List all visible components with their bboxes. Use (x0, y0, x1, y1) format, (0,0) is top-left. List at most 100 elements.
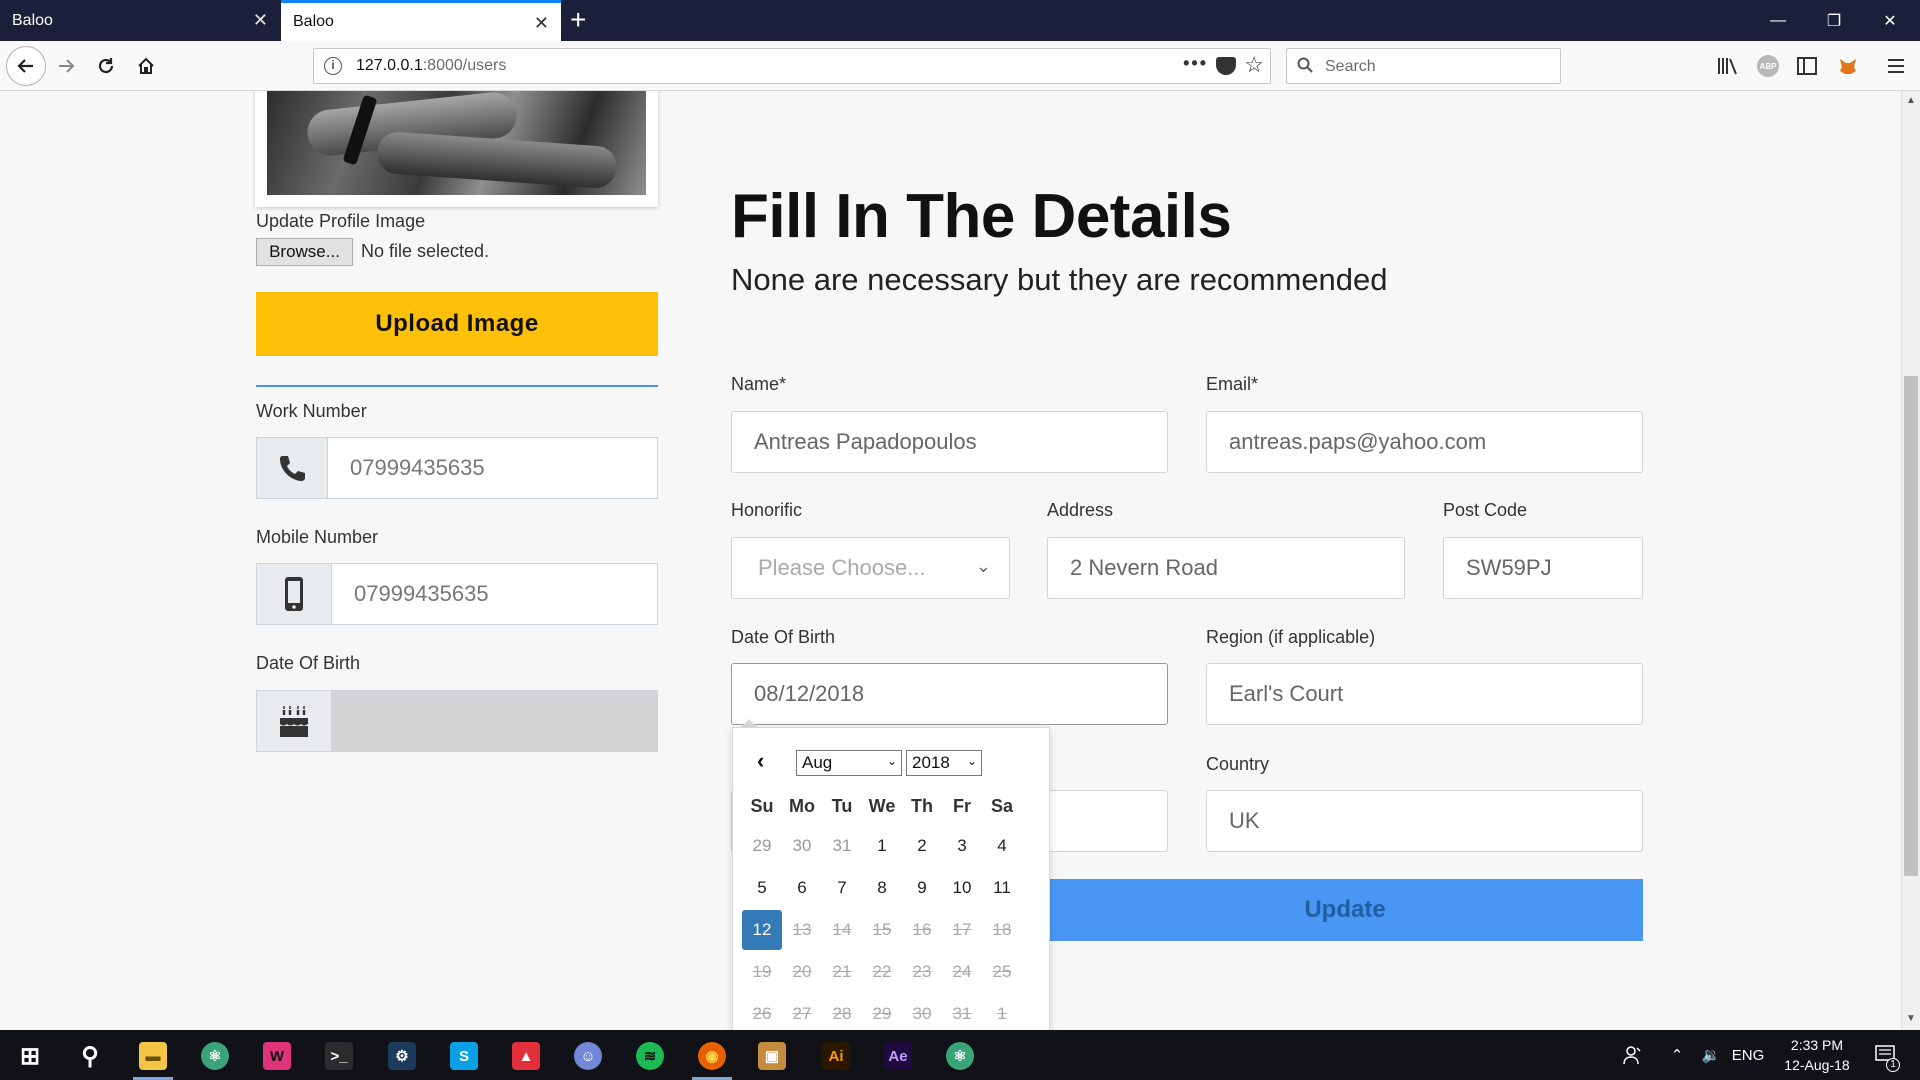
datepicker: ‹ Aug ⌄ 2018 ⌄ Su Mo Tu We Th Fr Sa 29 30 31 1 2 3 4 5 6 7… (732, 727, 1050, 1030)
upload-image-button[interactable]: Upload Image (256, 292, 658, 356)
page-actions-icon[interactable]: ••• (1183, 53, 1208, 74)
year-select-value: 2018 (912, 753, 950, 772)
sidebar-dob-input[interactable] (332, 690, 658, 752)
close-tab-icon[interactable]: ✕ (534, 13, 549, 34)
taskbar-discord-button[interactable]: ☺ (564, 1035, 612, 1077)
calendar-day[interactable]: 3 (942, 826, 982, 866)
metamask-fox-icon[interactable] (1835, 53, 1861, 79)
postcode-input[interactable]: SW59PJ (1443, 537, 1643, 599)
people-icon[interactable] (1615, 1030, 1651, 1080)
home-button[interactable] (128, 48, 164, 84)
address-bar[interactable]: i 127.0.0.1:8000/users ••• ☆ (313, 48, 1271, 84)
search-bar[interactable]: Search (1286, 48, 1561, 84)
name-label: Name* (731, 374, 787, 394)
browse-file-button[interactable]: Browse... (256, 238, 353, 266)
site-info-icon[interactable]: i (324, 57, 342, 75)
email-input[interactable]: antreas.paps@yahoo.com (1206, 411, 1643, 473)
new-tab-button[interactable]: + (570, 5, 586, 35)
calendar-day: 22 (872, 962, 892, 981)
calendar-day[interactable]: 30 (782, 826, 822, 866)
taskbar-package-button[interactable]: ▣ (748, 1035, 796, 1077)
year-select[interactable]: 2018 ⌄ (906, 750, 982, 776)
profile-image-frame (255, 91, 658, 207)
taskbar-terminal-button[interactable]: >_ (315, 1035, 363, 1077)
calendar-day[interactable]: 31 (822, 826, 862, 866)
calendar-day[interactable]: 9 (902, 868, 942, 908)
dob-input[interactable]: 08/12/2018 (731, 663, 1168, 725)
honorific-select[interactable]: Please Choose... ⌄ (731, 537, 1010, 599)
mobile-number-group: 07999435635 (256, 563, 658, 625)
bookmark-star-icon[interactable]: ☆ (1244, 52, 1264, 78)
adblock-icon[interactable]: ABP (1755, 53, 1781, 79)
close-window-button[interactable]: ✕ (1862, 0, 1918, 41)
calendar-day: 21 (832, 962, 852, 981)
language-indicator[interactable]: ENG (1728, 1030, 1768, 1080)
calendar-day: 23 (912, 962, 932, 981)
calendar-day[interactable]: 7 (822, 868, 862, 908)
taskbar-atom-button[interactable]: ⚛ (191, 1035, 239, 1077)
calendar-day[interactable]: 29 (742, 826, 782, 866)
acrobat-icon: ▲ (512, 1042, 540, 1070)
back-button[interactable] (6, 46, 46, 86)
taskbar-firefox-button[interactable]: ◉ (688, 1035, 736, 1080)
taskbar-start-button[interactable]: ⊞ (6, 1035, 54, 1077)
calendar-day: 14 (832, 920, 852, 939)
page-scrollbar[interactable]: ▲ ▼ (1901, 91, 1920, 1030)
url-text[interactable]: 127.0.0.1:8000/users (356, 57, 506, 75)
restore-button[interactable]: ❐ (1806, 0, 1862, 41)
forward-button[interactable] (48, 48, 84, 84)
notifications-icon[interactable]: 1 (1866, 1030, 1906, 1080)
calendar-day-selected[interactable]: 12 (742, 910, 782, 950)
taskbar-file-explorer-button[interactable]: ▬ (129, 1035, 177, 1080)
library-icon[interactable] (1715, 53, 1741, 79)
taskbar-illustrator-button[interactable]: Ai (812, 1035, 860, 1077)
calendar-day: 16 (912, 920, 932, 939)
taskbar-search-button[interactable]: ⚲ (66, 1035, 114, 1077)
calendar-day[interactable]: 11 (982, 868, 1022, 908)
mobile-number-input[interactable]: 07999435635 (332, 563, 658, 625)
taskbar-acrobat-button[interactable]: ▲ (502, 1035, 550, 1077)
browser-tab-active[interactable]: Baloo ✕ (281, 0, 561, 41)
name-input[interactable]: Antreas Papadopoulos (731, 411, 1168, 473)
calendar-day[interactable]: 2 (902, 826, 942, 866)
sidebar-dob-label: Date Of Birth (256, 653, 361, 673)
chevron-down-icon: ⌄ (966, 754, 977, 768)
region-input[interactable]: Earl's Court (1206, 663, 1643, 725)
calendar-day[interactable]: 8 (862, 868, 902, 908)
browser-tab[interactable]: Baloo ✕ (0, 0, 280, 41)
sidebar-toggle-icon[interactable] (1794, 53, 1820, 79)
steam-icon: ⚙ (388, 1042, 416, 1070)
tray-overflow-chevron-icon[interactable]: ⌃ (1662, 1030, 1692, 1080)
scroll-up-arrow-icon[interactable]: ▲ (1906, 95, 1916, 106)
month-select[interactable]: Aug ⌄ (796, 750, 902, 776)
minimize-button[interactable]: — (1750, 0, 1806, 41)
calendar-day[interactable]: 5 (742, 868, 782, 908)
weekday-header: Mo (789, 796, 815, 816)
address-input[interactable]: 2 Nevern Road (1047, 537, 1405, 599)
calendar-day: 13 (792, 920, 812, 939)
taskbar-skype-button[interactable]: S (440, 1035, 488, 1077)
calendar-day[interactable]: 1 (862, 826, 902, 866)
country-input[interactable]: UK (1206, 790, 1643, 852)
taskbar-webstorm-button[interactable]: W (253, 1035, 301, 1077)
close-tab-icon[interactable]: ✕ (253, 10, 268, 31)
taskbar-steam-button[interactable]: ⚙ (378, 1035, 426, 1077)
taskbar-after-effects-button[interactable]: Ae (874, 1035, 922, 1077)
volume-icon[interactable]: 🔉 (1694, 1030, 1728, 1080)
taskbar-atom-2-button[interactable]: ⚛ (936, 1035, 984, 1077)
scrollbar-thumb[interactable] (1904, 376, 1918, 876)
calendar-day[interactable]: 10 (942, 868, 982, 908)
menu-hamburger-icon[interactable] (1883, 53, 1909, 79)
calendar-day: 20 (792, 962, 812, 981)
sidebar-dob-group (256, 690, 658, 752)
pocket-icon[interactable] (1216, 57, 1236, 75)
update-button[interactable]: Update (1047, 879, 1643, 941)
previous-month-button[interactable]: ‹ (757, 748, 764, 774)
calendar-day[interactable]: 4 (982, 826, 1022, 866)
work-number-input[interactable]: 07999435635 (328, 437, 658, 499)
scroll-down-arrow-icon[interactable]: ▼ (1906, 1013, 1916, 1024)
taskbar-spotify-button[interactable]: ≋ (626, 1035, 674, 1077)
calendar-day[interactable]: 6 (782, 868, 822, 908)
reload-button[interactable] (88, 48, 124, 84)
clock[interactable]: 2:33 PM 12-Aug-18 (1772, 1035, 1862, 1075)
